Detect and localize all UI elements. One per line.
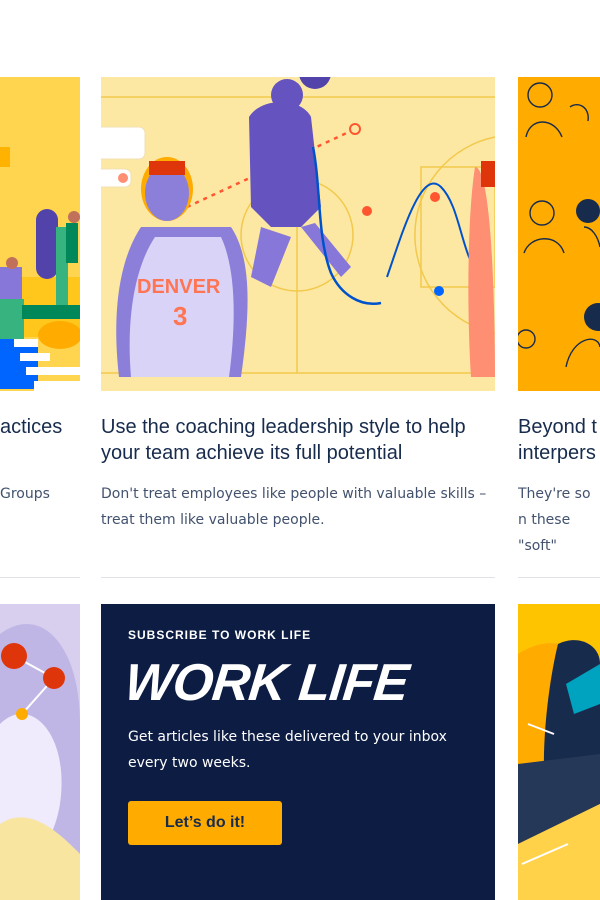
article-title[interactable]: actices: [0, 414, 80, 440]
card-divider: [518, 577, 600, 578]
team-collaboration-illustration[interactable]: [0, 77, 80, 391]
article-card-right[interactable]: Beyond t interpers They're so n these "s…: [518, 0, 600, 580]
article-description: They're so n these "soft": [518, 486, 591, 554]
jersey-number: 3: [173, 301, 187, 331]
abstract-molecule-illustration[interactable]: [0, 604, 80, 900]
people-sketch-illustration[interactable]: [518, 77, 600, 391]
subscribe-button[interactable]: Let’s do it!: [128, 801, 282, 845]
article-description: Don't treat employees like people with v…: [101, 486, 487, 528]
article-card-left[interactable]: actices Groups: [0, 0, 80, 580]
work-life-logo: WORK LIFE: [121, 654, 411, 712]
subscribe-description: Get articles like these delivered to you…: [128, 729, 447, 771]
article-description: Groups: [0, 486, 50, 502]
person-reading-illustration[interactable]: [518, 604, 600, 900]
article-title[interactable]: Use the coaching leadership style to hel…: [101, 414, 495, 466]
card-divider: [0, 577, 80, 578]
basketball-coaching-illustration[interactable]: DENVER 3: [101, 77, 495, 391]
jersey-text: DENVER: [137, 276, 221, 298]
card-divider: [101, 577, 495, 578]
article-title[interactable]: Beyond t interpers: [518, 414, 600, 466]
subscribe-eyebrow: SUBSCRIBE TO WORK LIFE: [128, 628, 312, 642]
article-card-coaching[interactable]: DENVER 3 Use the coaching leadership sty…: [101, 0, 495, 580]
subscribe-panel: SUBSCRIBE TO WORK LIFE WORK LIFE Get art…: [101, 604, 495, 900]
